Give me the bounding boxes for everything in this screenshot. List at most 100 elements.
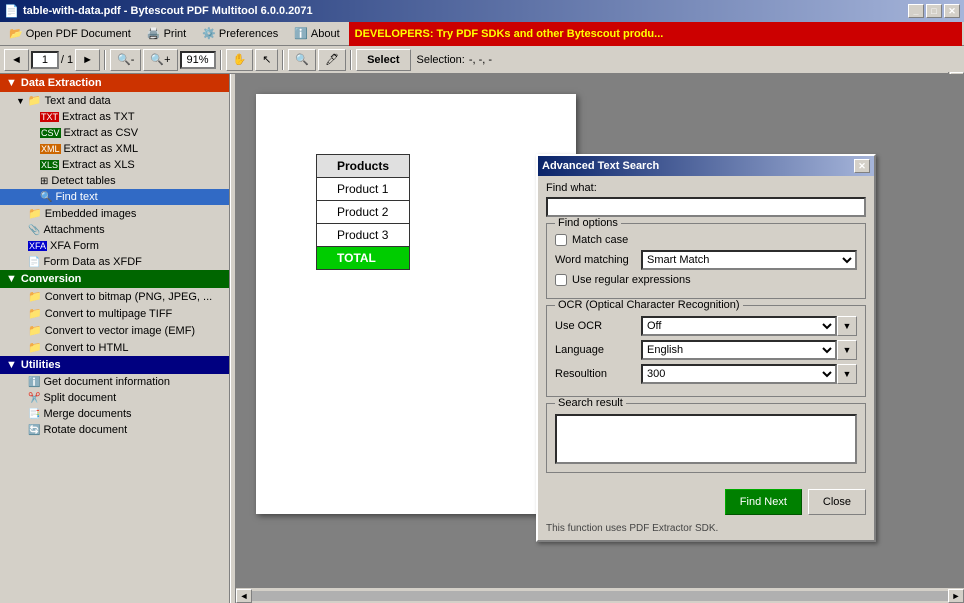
menu-preferences[interactable]: ⚙️ Preferences: [195, 24, 285, 44]
tree-item-label: Convert to bitmap (PNG, JPEG, ...: [45, 291, 213, 303]
xfa-icon: XFA: [28, 241, 47, 251]
tree-item-rotate-doc[interactable]: 🔄 Rotate document: [0, 422, 229, 438]
word-matching-row: Word matching Smart Match Exact Match Wi…: [555, 250, 857, 270]
maximize-button[interactable]: □: [926, 4, 942, 18]
language-row: Language English French German Spanish ▼: [555, 340, 857, 360]
match-case-checkbox[interactable]: [555, 234, 567, 246]
language-label: Language: [555, 344, 635, 356]
resolution-select[interactable]: 150 300 600: [641, 364, 837, 384]
menu-open-label: Open PDF Document: [26, 28, 131, 40]
tree-item-extract-txt[interactable]: TXT Extract as TXT: [0, 109, 229, 125]
close-dialog-button[interactable]: Close: [808, 489, 866, 515]
xls-icon: XLS: [40, 160, 59, 170]
find-icon: 🔍: [40, 192, 52, 203]
tree-item-detect-tables[interactable]: ⊞ Detect tables: [0, 173, 229, 189]
csv-icon: CSV: [40, 128, 61, 138]
selection-coords: -, -, -: [469, 54, 492, 66]
emf-icon: 📁: [28, 324, 42, 337]
scroll-right-button[interactable]: ►: [948, 589, 964, 603]
find-what-section: Find what:: [546, 182, 866, 217]
pdf-page: Products Product 1 Product 2 Product 3 T…: [256, 94, 576, 514]
nav-forward-button[interactable]: ►: [75, 49, 100, 71]
tree-item-label: Convert to multipage TIFF: [45, 308, 173, 320]
use-ocr-dropdown-btn[interactable]: ▼: [837, 316, 857, 336]
toolbar: ◄ / 1 ► 🔍- 🔍+ ✋ ↖ 🔍 🖊 Select Selection: …: [0, 46, 964, 74]
find-options-group: Find options Match case Word matching Sm…: [546, 223, 866, 299]
use-ocr-select[interactable]: Off On: [641, 316, 837, 336]
left-panel: ▼ Data Extraction ▼ 📁 Text and data TXT …: [0, 74, 230, 603]
txt-icon: TXT: [40, 112, 59, 122]
search-result-legend: Search result: [555, 397, 626, 409]
zoom-out-button[interactable]: 🔍-: [110, 49, 141, 71]
main-layout: ▼ Data Extraction ▼ 📁 Text and data TXT …: [0, 74, 964, 603]
tree-item-attachments[interactable]: 📎 Attachments: [0, 222, 229, 238]
menu-open[interactable]: 📂 Open PDF Document: [2, 24, 138, 44]
tree-item-merge-docs[interactable]: 📑 Merge documents: [0, 406, 229, 422]
section-utilities-label: Utilities: [21, 359, 61, 371]
tree-item-convert-tiff[interactable]: 📁 Convert to multipage TIFF: [0, 305, 229, 322]
section-data-extraction[interactable]: ▼ Data Extraction: [0, 74, 229, 92]
section-conversion[interactable]: ▼ Conversion: [0, 270, 229, 288]
rotate-icon: 🔄: [28, 425, 40, 436]
tree-item-split-doc[interactable]: ✂️ Split document: [0, 390, 229, 406]
tree-item-get-doc-info[interactable]: ℹ️ Get document information: [0, 374, 229, 390]
minimize-button[interactable]: _: [908, 4, 924, 18]
scroll-track-h: [252, 591, 948, 601]
language-dropdown-btn[interactable]: ▼: [837, 340, 857, 360]
folder-icon: 📁: [28, 94, 42, 107]
scroll-left-button[interactable]: ◄: [236, 589, 252, 603]
tree-item-convert-emf[interactable]: 📁 Convert to vector image (EMF): [0, 322, 229, 339]
dialog-body: Find what: Find options Match case Word …: [538, 176, 874, 485]
tree-item-extract-xml[interactable]: XML Extract as XML: [0, 141, 229, 157]
tiff-icon: 📁: [28, 307, 42, 320]
nav-back-button[interactable]: ◄: [4, 49, 29, 71]
menu-about[interactable]: ℹ️ About: [287, 24, 346, 44]
tree-item-find-text[interactable]: 🔍 Find text: [0, 189, 229, 205]
tree-item-extract-xls[interactable]: XLS Extract as XLS: [0, 157, 229, 173]
app-icon: 📄: [4, 4, 19, 18]
menu-print[interactable]: 🖨️ Print: [140, 24, 193, 44]
page-total: / 1: [61, 54, 73, 66]
use-regex-label: Use regular expressions: [572, 274, 691, 286]
table-cell: Product 3: [317, 224, 410, 247]
use-regex-checkbox[interactable]: [555, 274, 567, 286]
tree-item-xfa-form[interactable]: XFA XFA Form: [0, 238, 229, 254]
highlight-button[interactable]: 🖊: [318, 49, 346, 71]
tree-item-embedded-images[interactable]: 📁 Embedded images: [0, 205, 229, 222]
section-utilities[interactable]: ▼ Utilities: [0, 356, 229, 374]
tree-item-convert-html[interactable]: 📁 Convert to HTML: [0, 339, 229, 356]
select-button[interactable]: Select: [356, 49, 410, 71]
zoom-in-button[interactable]: 🔍+: [143, 49, 177, 71]
tree-item-label: Form Data as XFDF: [43, 256, 141, 268]
resolution-dropdown-btn[interactable]: ▼: [837, 364, 857, 384]
tree-item-label: Split document: [43, 392, 116, 404]
zoom-input[interactable]: [180, 51, 216, 69]
find-what-input[interactable]: [546, 197, 866, 217]
tree-item-text-and-data[interactable]: ▼ 📁 Text and data: [0, 92, 229, 109]
tree-item-label: Text and data: [45, 95, 111, 107]
merge-icon: 📑: [28, 409, 40, 420]
word-matching-select-wrapper: Smart Match Exact Match Wildcard Regular…: [641, 250, 857, 270]
close-window-button[interactable]: ✕: [944, 4, 960, 18]
about-icon: ℹ️: [294, 27, 308, 40]
dialog-close-button[interactable]: ✕: [854, 159, 870, 173]
section-conversion-label: Conversion: [21, 273, 82, 285]
cursor-tool-button[interactable]: ↖: [255, 49, 278, 71]
tree-item-extract-csv[interactable]: CSV Extract as CSV: [0, 125, 229, 141]
find-next-button[interactable]: Find Next: [725, 489, 802, 515]
find-what-label: Find what:: [546, 182, 866, 194]
hand-tool-button[interactable]: ✋: [226, 49, 254, 71]
language-select[interactable]: English French German Spanish: [641, 340, 837, 360]
print-icon: 🖨️: [147, 27, 161, 40]
tree-item-convert-bitmap[interactable]: 📁 Convert to bitmap (PNG, JPEG, ...: [0, 288, 229, 305]
table-cell-total: TOTAL: [317, 247, 410, 270]
use-ocr-label: Use OCR: [555, 320, 635, 332]
find-button[interactable]: 🔍: [288, 49, 316, 71]
tree-item-form-data-xfdf[interactable]: 📄 Form Data as XFDF: [0, 254, 229, 270]
resolution-select-wrapper: 150 300 600 ▼: [641, 364, 857, 384]
page-number-input[interactable]: [31, 51, 59, 69]
xml-icon: XML: [40, 144, 61, 154]
word-matching-select[interactable]: Smart Match Exact Match Wildcard Regular…: [641, 250, 857, 270]
horizontal-scrollbar[interactable]: ◄ ►: [236, 587, 964, 603]
toolbar-separator-2: [220, 50, 222, 70]
